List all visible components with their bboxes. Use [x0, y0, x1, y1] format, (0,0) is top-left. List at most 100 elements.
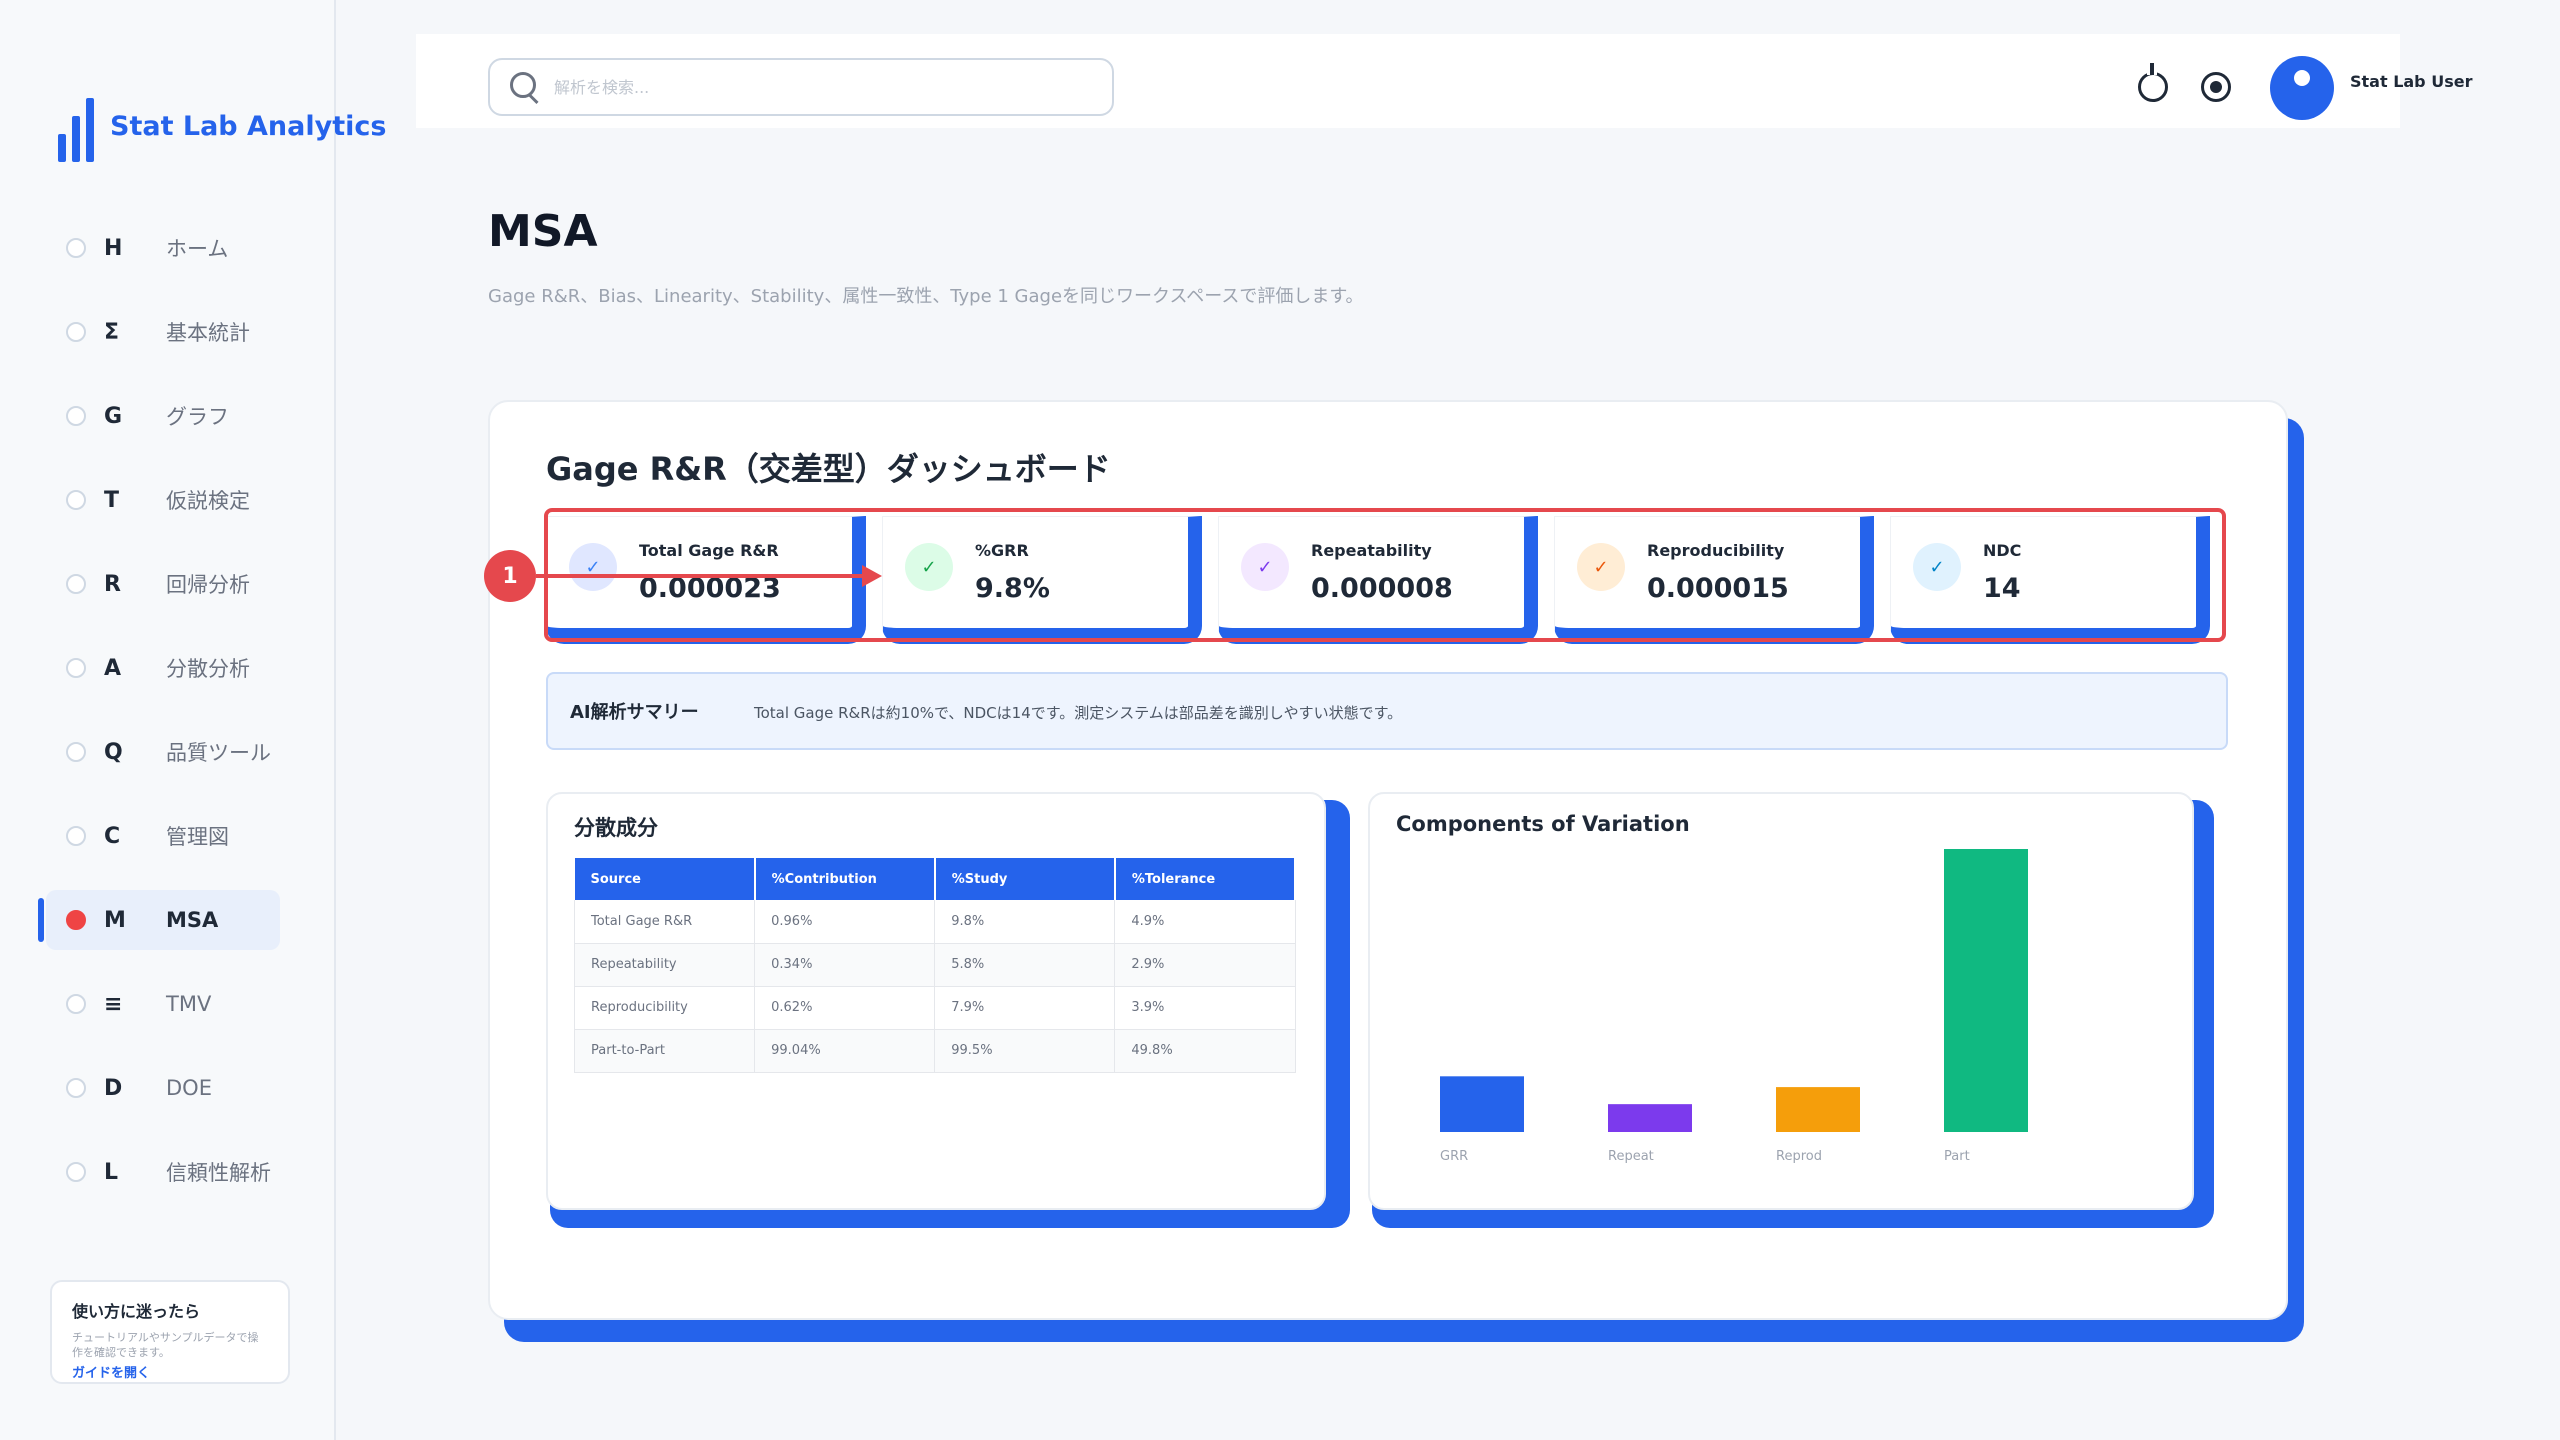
sidebar-item-label: MSA: [166, 908, 219, 932]
column-header[interactable]: %Tolerance: [1114, 858, 1297, 900]
table-row: Total Gage R&R 0.96% 9.8% 4.9%: [573, 900, 1296, 944]
page-subtitle: Gage R&R、Bias、Linearity、Stability、属性一致性、…: [488, 286, 1364, 307]
sidebar-item-letter: T: [104, 487, 120, 513]
ai-summary-text: Total Gage R&Rは約10%で、NDCは14です。測定システムは部品差…: [754, 704, 1403, 722]
sidebar-item-letter: R: [104, 571, 121, 597]
table-row: Reproducibility 0.62% 7.9% 3.9%: [573, 986, 1296, 1030]
ai-summary: AI解析サマリー Total Gage R&Rは約10%で、NDCは14です。測…: [546, 672, 2228, 750]
sidebar-item-label: グラフ: [166, 405, 229, 429]
table-cell: Total Gage R&R: [573, 900, 756, 944]
sidebar-item-label: 仮説検定: [166, 489, 250, 513]
table-cell: 99.04%: [754, 1029, 936, 1073]
bar-repeat[interactable]: [1608, 1104, 1692, 1132]
sidebar: Stat Lab Analytics H ホーム Σ 基本統計 G グラフ T 仮説検定 R 回帰…: [0, 0, 386, 1440]
power-icon[interactable]: [2138, 63, 2168, 102]
sidebar-item-11[interactable]: L 信頼性解析: [0, 1142, 336, 1202]
annotation-arrow-head: [862, 565, 882, 587]
sidebar-item-label: 回帰分析: [166, 573, 250, 597]
table-cell: 0.34%: [754, 943, 936, 987]
sidebar-item-letter: C: [104, 823, 121, 849]
sidebar-item-0[interactable]: H ホーム: [0, 218, 336, 278]
table-cell: 9.8%: [934, 900, 1116, 944]
app-logo[interactable]: Stat Lab Analytics: [58, 96, 386, 162]
variance-title: 分散成分: [574, 816, 658, 840]
search-icon: [508, 70, 542, 104]
sidebar-item-letter: G: [104, 403, 123, 429]
sidebar-item-label: 分散分析: [166, 657, 250, 681]
variance-card: 分散成分 Source %Contribution %Study %Tolerance…: [546, 792, 1326, 1210]
sidebar-item-letter: H: [104, 235, 123, 261]
sidebar-item-label: DOE: [166, 1076, 212, 1100]
sidebar-item-letter: A: [104, 655, 122, 681]
chart-card: Components of Variation GRR Repeat Reprod P…: [1368, 792, 2194, 1210]
sidebar-item-letter: M: [104, 907, 126, 933]
top-bar: Stat Lab User: [416, 34, 2472, 128]
open-guide-link[interactable]: ガイドを開く: [72, 1362, 150, 1381]
sidebar-nav: H ホーム Σ 基本統計 G グラフ T 仮説検定 R 回帰分析 A 分散分析 Q 品質ツール C 管理図 M M…: [0, 218, 336, 1226]
sidebar-item-7[interactable]: C 管理図: [0, 806, 336, 866]
table-cell: 2.9%: [1114, 943, 1296, 987]
sidebar-item-5[interactable]: A 分散分析: [0, 638, 336, 698]
table-row: Repeatability 0.34% 5.8% 2.9%: [573, 943, 1296, 987]
page-title: MSA: [488, 206, 598, 257]
table-cell: 0.96%: [754, 900, 936, 944]
table-cell: 0.62%: [754, 986, 936, 1030]
table-cell: Repeatability: [573, 943, 756, 987]
active-item-indicator: [38, 898, 44, 942]
sidebar-item-6[interactable]: Q 品質ツール: [0, 722, 336, 782]
sidebar-item-2[interactable]: G グラフ: [0, 386, 336, 446]
annotation-badge: 1: [484, 550, 536, 602]
target-icon[interactable]: [2201, 72, 2231, 102]
variance-table: Source %Contribution %Study %Tolerance Tota…: [573, 858, 1297, 1073]
avatar[interactable]: [2270, 56, 2334, 120]
table-cell: 99.5%: [934, 1029, 1116, 1073]
table-cell: Part-to-Part: [573, 1029, 756, 1073]
table-cell: 7.9%: [934, 986, 1116, 1030]
help-description: チュートリアルやサンプルデータで操作を確認できます。: [72, 1331, 259, 1359]
sidebar-item-letter: L: [104, 1159, 119, 1185]
sidebar-item-label: 管理図: [166, 825, 229, 849]
column-header[interactable]: %Contribution: [754, 858, 936, 900]
help-card: 使い方に迷ったら チュートリアルやサンプルデータで操作を確認できます。 ガイドを…: [50, 1280, 290, 1384]
bar-reprod[interactable]: [1776, 1087, 1860, 1132]
x-tick-label: GRR: [1440, 1149, 1468, 1164]
table-row: Part-to-Part 99.04% 99.5% 49.8%: [573, 1029, 1296, 1073]
table-cell: 3.9%: [1114, 986, 1296, 1030]
sidebar-item-3[interactable]: T 仮説検定: [0, 470, 336, 530]
table-cell: 5.8%: [934, 943, 1116, 987]
search-input[interactable]: [554, 77, 1074, 97]
sidebar-item-label: 信頼性解析: [166, 1161, 271, 1185]
sidebar-item-1[interactable]: Σ 基本統計: [0, 302, 336, 362]
column-header[interactable]: %Study: [934, 858, 1116, 900]
sidebar-item-label: TMV: [166, 992, 212, 1016]
sidebar-item-9[interactable]: ≡ TMV: [0, 974, 336, 1034]
table-cell: Reproducibility: [573, 986, 756, 1030]
x-tick-label: Part: [1944, 1149, 1970, 1164]
components-of-variation-chart: GRR Repeat Reprod Part: [1440, 849, 2028, 1164]
sidebar-item-letter: Σ: [104, 319, 120, 345]
app-name: Stat Lab Analytics: [110, 111, 387, 142]
sidebar-item-label: 品質ツール: [166, 741, 271, 765]
sidebar-item-8[interactable]: M MSA: [0, 890, 336, 950]
search-box[interactable]: [488, 58, 1114, 116]
bar-part[interactable]: [1944, 849, 2028, 1132]
sidebar-item-4[interactable]: R 回帰分析: [0, 554, 336, 614]
table-cell: 4.9%: [1114, 900, 1296, 944]
sidebar-item-label: ホーム: [166, 237, 229, 261]
column-header[interactable]: Source: [574, 858, 756, 900]
x-tick-label: Repeat: [1608, 1149, 1654, 1164]
bar-grr[interactable]: [1440, 1076, 1524, 1132]
bar-chart-logo-icon: [58, 96, 94, 162]
dashboard-title: Gage R&R（交差型）ダッシュボード: [546, 450, 1111, 488]
help-title: 使い方に迷ったら: [72, 1302, 201, 1321]
annotation-arrow-line: [536, 574, 866, 578]
x-tick-label: Reprod: [1776, 1149, 1822, 1164]
sidebar-item-letter: ≡: [104, 991, 123, 1017]
sidebar-item-letter: D: [104, 1075, 123, 1101]
ai-summary-label: AI解析サマリー: [570, 702, 699, 723]
table-cell: 49.8%: [1114, 1029, 1296, 1073]
sidebar-item-10[interactable]: D DOE: [0, 1058, 336, 1118]
sidebar-item-label: 基本統計: [166, 321, 250, 345]
sidebar-item-letter: Q: [104, 739, 123, 765]
user-name[interactable]: Stat Lab User: [2350, 72, 2472, 91]
